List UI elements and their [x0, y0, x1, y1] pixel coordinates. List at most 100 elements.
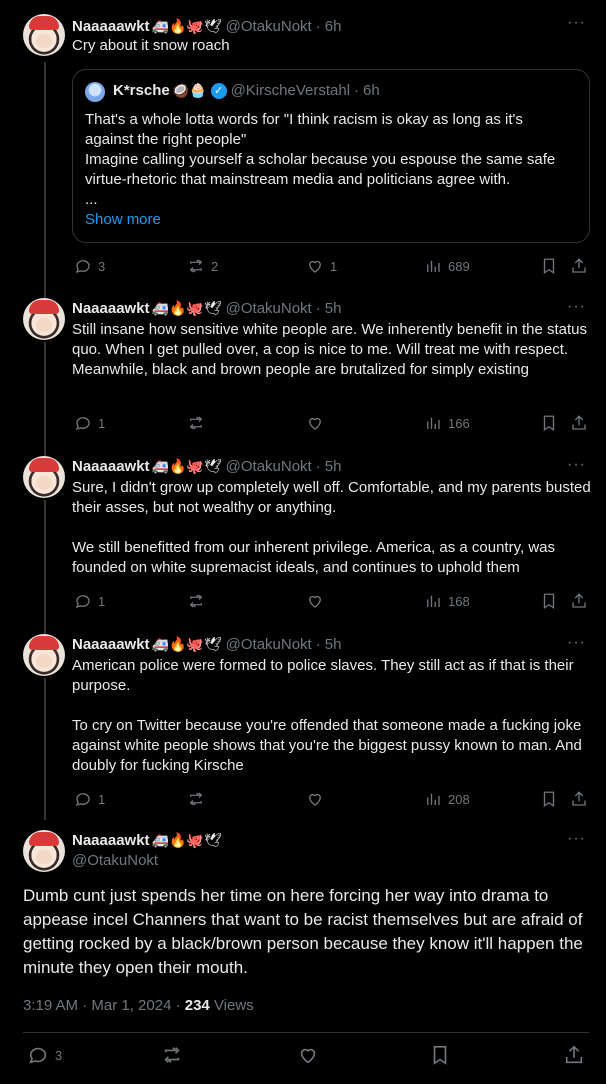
retweet-button[interactable]: [187, 591, 211, 611]
timestamp[interactable]: 6h: [325, 18, 342, 35]
avatar[interactable]: [23, 456, 65, 498]
action-bar: 1 208: [72, 789, 592, 809]
handle[interactable]: @OtakuNokt: [226, 458, 312, 475]
more-options-icon[interactable]: ···: [567, 634, 586, 652]
like-button[interactable]: [306, 413, 330, 433]
show-more-link[interactable]: Show more: [85, 211, 161, 228]
handle[interactable]: @OtakuNokt: [226, 18, 312, 35]
tweet-text: Still insane how sensitive white people …: [72, 321, 592, 378]
timestamp[interactable]: 5h: [325, 458, 342, 475]
share-icon: [572, 593, 586, 608]
views-icon: [427, 793, 440, 805]
views-icon: [427, 260, 440, 272]
quote-text: That's a whole lotta words for "I think …: [85, 111, 556, 208]
tweet-text: American police were formed to police sl…: [72, 657, 582, 774]
quote-header: K*rsche 🥥🧁 ✓ @KirscheVerstahl · 6h: [113, 82, 380, 99]
bookmark-button[interactable]: [540, 789, 558, 809]
timestamp[interactable]: 5h: [325, 300, 342, 317]
reply-button[interactable]: 1: [74, 413, 105, 433]
more-options-icon[interactable]: ···: [567, 456, 586, 474]
reply-tweet[interactable]: Naaaaawkt 🚑🔥🐙🕊 @OtakuNokt · 5h ··· Ameri…: [0, 634, 606, 814]
action-bar: 1 166: [72, 413, 592, 433]
views-button[interactable]: 168: [424, 591, 470, 611]
quoted-tweet[interactable]: K*rsche 🥥🧁 ✓ @KirscheVerstahl · 6h That'…: [72, 69, 590, 243]
avatar[interactable]: [23, 634, 65, 676]
share-button[interactable]: [570, 789, 588, 809]
reply-count: 3: [98, 258, 106, 274]
separator: ·: [315, 635, 321, 653]
bookmark-icon: [433, 1045, 447, 1065]
heart-icon: [309, 417, 321, 430]
reply-count: 1: [98, 415, 106, 431]
reply-count: 1: [98, 791, 106, 807]
handle[interactable]: @OtakuNokt: [72, 852, 158, 869]
more-options-icon[interactable]: ···: [567, 830, 586, 848]
tweet-text: Sure, I didn't grow up completely well o…: [72, 479, 591, 576]
name-emojis: 🚑🔥🐙🕊: [151, 635, 222, 652]
views-button[interactable]: 208: [424, 789, 470, 809]
share-icon: [572, 258, 586, 273]
like-button[interactable]: [306, 591, 330, 611]
share-icon: [565, 1045, 583, 1064]
verified-badge-icon: ✓: [210, 82, 227, 99]
views-icon: [427, 417, 440, 429]
retweet-icon: [189, 416, 203, 430]
bookmark-icon: [543, 258, 555, 275]
bookmark-button[interactable]: [540, 256, 558, 276]
views-count: 208: [448, 791, 470, 807]
more-options-icon[interactable]: ···: [567, 14, 586, 32]
avatar[interactable]: [23, 830, 65, 872]
share-button[interactable]: [570, 413, 588, 433]
display-name[interactable]: Naaaaawkt: [72, 300, 150, 317]
bookmark-icon: [543, 791, 555, 808]
retweet-icon: [189, 792, 203, 806]
views-button[interactable]: 166: [424, 413, 470, 433]
avatar[interactable]: [23, 14, 65, 56]
reply-count: 3: [55, 1047, 63, 1063]
name-emojis: 🚑🔥🐙🕊: [151, 299, 222, 316]
action-bar: 3 2 1 689: [72, 256, 592, 276]
bookmark-button[interactable]: [540, 591, 558, 611]
reply-tweet[interactable]: Naaaaawkt 🚑🔥🐙🕊 @OtakuNokt · 5h ··· Sure,…: [0, 456, 606, 616]
timestamp[interactable]: 3:19 AM · Mar 1, 2024 ·: [23, 997, 185, 1014]
reply-button[interactable]: 1: [74, 789, 105, 809]
retweet-button[interactable]: [187, 413, 211, 433]
like-button[interactable]: [297, 1045, 319, 1065]
action-bar: 1 168: [72, 591, 592, 611]
reply-icon: [75, 793, 90, 807]
avatar[interactable]: [23, 298, 65, 340]
bookmark-button[interactable]: [540, 413, 558, 433]
display-name[interactable]: Naaaaawkt: [72, 636, 150, 653]
views-button[interactable]: 689: [424, 256, 470, 276]
reply-button[interactable]: 3: [27, 1045, 62, 1065]
more-options-icon[interactable]: ···: [567, 298, 586, 316]
views-count: 234: [184, 997, 210, 1014]
display-name[interactable]: Naaaaawkt: [72, 832, 150, 849]
reply-button[interactable]: 3: [74, 256, 105, 276]
handle[interactable]: @OtakuNokt: [226, 636, 312, 653]
handle: @KirscheVerstahl: [230, 82, 351, 99]
share-button[interactable]: [570, 591, 588, 611]
display-name[interactable]: Naaaaawkt: [72, 458, 150, 475]
retweet-button[interactable]: 2: [187, 256, 218, 276]
share-button[interactable]: [570, 256, 588, 276]
retweet-button[interactable]: [187, 789, 211, 809]
reply-button[interactable]: 1: [74, 591, 105, 611]
reply-tweet[interactable]: Naaaaawkt 🚑🔥🐙🕊 @OtakuNokt · 6h ··· Cry a…: [0, 14, 606, 284]
reply-tweet[interactable]: Naaaaawkt 🚑🔥🐙🕊 @OtakuNokt · 5h ··· Still…: [0, 298, 606, 438]
like-button[interactable]: 1: [306, 256, 337, 276]
views-count: 689: [448, 258, 470, 274]
name-emojis: 🚑🔥🐙🕊: [151, 831, 222, 848]
reply-count: 1: [98, 593, 106, 609]
like-button[interactable]: [306, 789, 330, 809]
reply-icon: [75, 595, 90, 609]
retweet-button[interactable]: [161, 1045, 183, 1065]
heart-icon: [309, 260, 321, 273]
display-name[interactable]: Naaaaawkt: [72, 18, 150, 35]
reply-icon: [29, 1047, 47, 1064]
timestamp[interactable]: 5h: [325, 636, 342, 653]
handle[interactable]: @OtakuNokt: [226, 300, 312, 317]
share-button[interactable]: [563, 1045, 585, 1065]
tweet-header: Naaaaawkt 🚑🔥🐙🕊 @OtakuNokt · 5h: [72, 456, 341, 476]
bookmark-button[interactable]: [429, 1045, 451, 1065]
